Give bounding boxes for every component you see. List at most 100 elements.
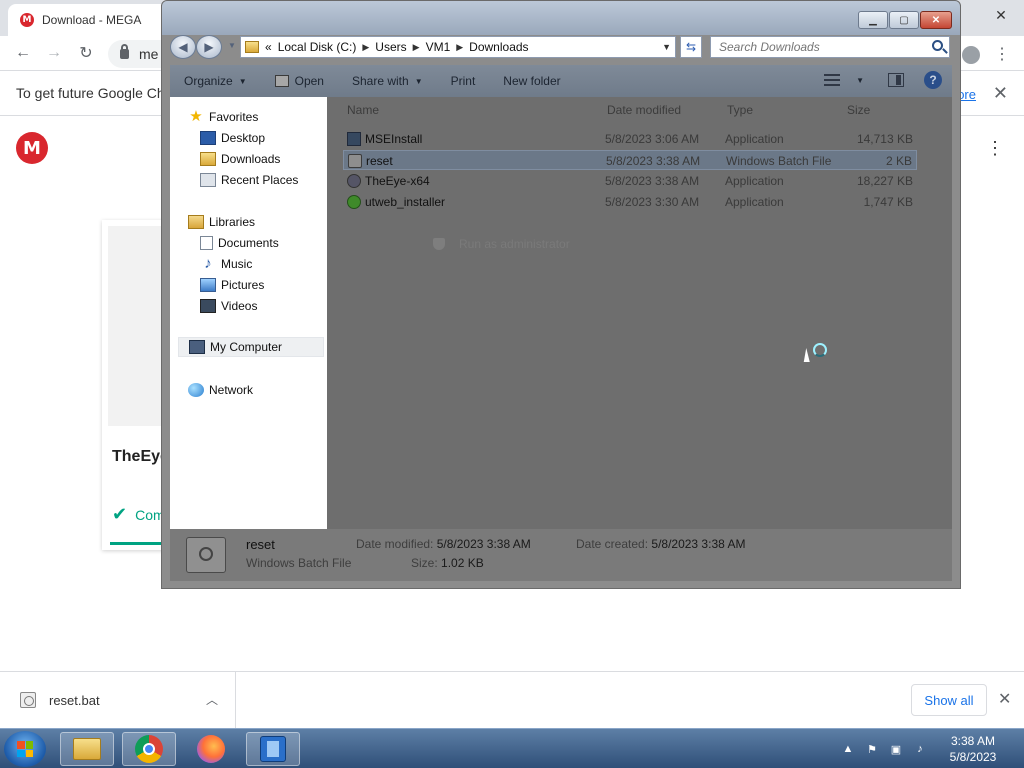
address-dropdown-icon[interactable]: ▼ bbox=[662, 42, 671, 52]
infobar-text: To get future Google Chro bbox=[16, 85, 178, 101]
forward-arrow-icon[interactable]: ▶ bbox=[196, 35, 222, 59]
batch-file-thumbnail-icon bbox=[186, 537, 226, 573]
file-row[interactable]: MSEInstall 5/8/2023 3:06 AM Application 14,… bbox=[343, 129, 917, 149]
nav-my-computer[interactable]: My Computer bbox=[178, 337, 324, 357]
download-item[interactable]: reset.bat ︿ bbox=[0, 672, 236, 728]
network-tray-icon[interactable]: ▣ bbox=[888, 742, 904, 756]
search-input[interactable] bbox=[719, 40, 919, 54]
column-header-name[interactable]: Name bbox=[347, 103, 379, 117]
column-header-type[interactable]: Type bbox=[727, 103, 753, 117]
nav-documents-label: Documents bbox=[218, 236, 279, 250]
nav-desktop[interactable]: Desktop bbox=[200, 128, 265, 148]
browser-reload-icon[interactable]: ↻ bbox=[75, 42, 97, 64]
browser-tab[interactable]: M Download - MEGA bbox=[8, 4, 168, 36]
loading-spinner-icon bbox=[813, 343, 827, 357]
change-view-button[interactable]: ▼ bbox=[824, 74, 864, 86]
breadcrumb-overflow[interactable]: « bbox=[265, 40, 272, 54]
breadcrumb-downloads[interactable]: Downloads bbox=[469, 40, 528, 54]
breadcrumb-users[interactable]: Users bbox=[375, 40, 406, 54]
details-size: Size: 1.02 KB bbox=[411, 556, 484, 570]
new-folder-label: New folder bbox=[503, 74, 561, 88]
nav-music[interactable]: ♪ Music bbox=[200, 254, 252, 274]
open-button[interactable]: Open bbox=[261, 74, 338, 88]
browser-tab-title: Download - MEGA bbox=[42, 13, 142, 27]
infobar-close-icon[interactable]: ✕ bbox=[993, 83, 1008, 104]
organize-button[interactable]: Organize ▼ bbox=[170, 74, 261, 88]
search-icon[interactable] bbox=[932, 40, 943, 51]
minimize-button[interactable]: ▁ bbox=[858, 11, 888, 29]
show-hidden-icons-icon[interactable]: ▲ bbox=[840, 742, 856, 756]
browser-menu-icon[interactable]: ⋮ bbox=[994, 44, 1010, 64]
search-box[interactable] bbox=[710, 36, 950, 58]
volume-icon[interactable]: ♪ bbox=[912, 742, 928, 756]
show-all-button[interactable]: Show all bbox=[911, 684, 987, 716]
taskbar-app[interactable] bbox=[246, 732, 300, 766]
browser-close-button[interactable]: ✕ bbox=[978, 0, 1024, 30]
clock-time: 3:38 AM bbox=[950, 734, 996, 748]
breadcrumb-separator-icon[interactable]: ▶ bbox=[456, 42, 463, 53]
file-size: 18,227 KB bbox=[856, 174, 913, 188]
page-menu-icon[interactable]: ⋮ bbox=[986, 138, 1004, 159]
nav-videos[interactable]: Videos bbox=[200, 296, 257, 316]
clock-date: 5/8/2023 bbox=[949, 750, 997, 764]
column-header-date-modified[interactable]: Date modified bbox=[607, 103, 681, 117]
date-created-value: 5/8/2023 3:38 AM bbox=[651, 537, 746, 551]
uac-shield-icon bbox=[433, 238, 445, 250]
nav-libraries[interactable]: Libraries bbox=[188, 212, 255, 232]
desktop-icon bbox=[200, 131, 216, 145]
batch-icon bbox=[348, 154, 362, 168]
taskbar-explorer[interactable] bbox=[60, 732, 114, 766]
print-label: Print bbox=[450, 74, 476, 88]
taskbar-chrome[interactable] bbox=[122, 732, 176, 766]
nav-downloads[interactable]: Downloads bbox=[200, 149, 280, 169]
chevron-down-icon: ▼ bbox=[238, 76, 247, 86]
nav-documents[interactable]: Documents bbox=[200, 233, 279, 253]
breadcrumb-vm1[interactable]: VM1 bbox=[426, 40, 451, 54]
explorer-titlebar[interactable]: ▁ ▢ ✕ bbox=[162, 1, 960, 35]
share-with-button[interactable]: Share with ▼ bbox=[338, 74, 437, 88]
file-row[interactable]: reset 5/8/2023 3:38 AM Windows Batch File 2… bbox=[343, 150, 917, 170]
nav-recent-places-label: Recent Places bbox=[221, 173, 299, 187]
nav-videos-label: Videos bbox=[221, 299, 258, 313]
file-type: Application bbox=[725, 132, 784, 146]
profile-avatar-icon[interactable] bbox=[962, 46, 980, 64]
start-button[interactable] bbox=[4, 731, 46, 767]
lock-icon bbox=[120, 44, 129, 59]
preview-pane-icon[interactable] bbox=[888, 73, 904, 87]
file-row[interactable]: utweb_installer 5/8/2023 3:30 AM Applicati… bbox=[343, 192, 917, 212]
address-bar[interactable]: « Local Disk (C:) ▶ Users ▶ VM1 ▶ Downlo… bbox=[240, 36, 676, 58]
batch-file-icon bbox=[20, 692, 36, 708]
action-center-icon[interactable]: ⚑ bbox=[864, 742, 880, 756]
nav-favorites[interactable]: ★ Favorites bbox=[188, 107, 258, 127]
shelf-close-icon[interactable]: ✕ bbox=[998, 689, 1011, 709]
nav-recent-places[interactable]: Recent Places bbox=[200, 170, 298, 190]
busy-cursor-icon bbox=[803, 343, 829, 367]
maximize-button[interactable]: ▢ bbox=[889, 11, 919, 29]
file-row[interactable]: TheEye-x64 5/8/2023 3:38 AM Application 18,… bbox=[343, 171, 917, 191]
date-modified-value: 5/8/2023 3:38 AM bbox=[436, 537, 531, 551]
nav-network[interactable]: Network bbox=[188, 380, 253, 400]
file-date-modified: 5/8/2023 3:38 AM bbox=[605, 174, 700, 188]
taskbar-clock[interactable]: 3:38 AM 5/8/2023 bbox=[940, 733, 1006, 765]
taskbar-firefox[interactable] bbox=[184, 732, 238, 766]
help-icon[interactable]: ? bbox=[924, 71, 942, 89]
mega-logo[interactable]: M bbox=[16, 132, 48, 164]
app-icon bbox=[347, 132, 361, 146]
breadcrumb-separator-icon[interactable]: ▶ bbox=[413, 42, 420, 53]
file-name: MSEInstall bbox=[365, 132, 423, 146]
column-header-size[interactable]: Size bbox=[847, 103, 870, 117]
recent-pages-chevron-icon[interactable]: ▼ bbox=[228, 41, 236, 50]
browser-forward-icon[interactable]: → bbox=[43, 42, 65, 64]
omnibox-url: me bbox=[139, 46, 159, 62]
print-button[interactable]: Print bbox=[437, 74, 490, 88]
back-arrow-icon[interactable]: ◀ bbox=[170, 35, 196, 59]
nav-pictures[interactable]: Pictures bbox=[200, 275, 264, 295]
refresh-icon[interactable]: ⇆ bbox=[680, 36, 702, 58]
browser-back-icon[interactable]: ← bbox=[12, 42, 34, 64]
breadcrumb-separator-icon[interactable]: ▶ bbox=[362, 42, 369, 53]
file-list-pane: Name Date modified Type Size MSEInstall 5… bbox=[327, 97, 952, 529]
breadcrumb-local-disk[interactable]: Local Disk (C:) bbox=[278, 40, 357, 54]
close-button[interactable]: ✕ bbox=[920, 11, 952, 29]
chevron-up-icon[interactable]: ︿ bbox=[206, 691, 218, 708]
new-folder-button[interactable]: New folder bbox=[489, 74, 574, 88]
